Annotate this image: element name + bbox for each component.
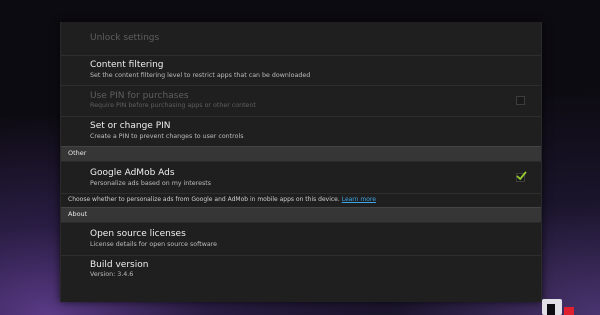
content-filtering-subtitle: Set the content filtering level to restr… bbox=[90, 72, 311, 79]
build-version-item[interactable]: Build version Version: 3.4.6 bbox=[61, 256, 541, 286]
open-source-subtitle: License details for open source software bbox=[90, 241, 218, 248]
set-pin-subtitle: Create a PIN to prevent changes to user … bbox=[90, 133, 244, 140]
section-header-other-label: Other bbox=[68, 149, 87, 157]
section-header-about: About bbox=[61, 207, 541, 223]
admob-checkbox[interactable] bbox=[516, 171, 527, 182]
droid-life-logo-icon bbox=[542, 299, 574, 315]
section-header-other: Other bbox=[61, 146, 541, 162]
admob-title: Google AdMob Ads bbox=[90, 168, 175, 178]
admob-note-text: Choose whether to personalize ads from G… bbox=[68, 196, 340, 203]
unlock-settings-title: Unlock settings bbox=[90, 33, 160, 43]
section-header-about-label: About bbox=[68, 210, 88, 218]
use-pin-checkbox bbox=[516, 96, 525, 105]
learn-more-link[interactable]: Learn more bbox=[342, 196, 376, 203]
checkmark-icon bbox=[516, 171, 527, 181]
build-version-subtitle: Version: 3.4.6 bbox=[90, 271, 134, 278]
admob-subtitle: Personalize ads based on my interests bbox=[90, 180, 211, 187]
divider bbox=[61, 193, 541, 194]
set-pin-title: Set or change PIN bbox=[90, 121, 171, 131]
use-pin-item: Use PIN for purchases Require PIN before… bbox=[61, 86, 541, 115]
content-filtering-item[interactable]: Content filtering Set the content filter… bbox=[61, 56, 541, 84]
use-pin-title: Use PIN for purchases bbox=[90, 91, 189, 101]
use-pin-subtitle: Require PIN before purchasing apps or ot… bbox=[90, 102, 256, 109]
build-version-title: Build version bbox=[90, 260, 149, 270]
settings-panel: Unlock settings Content filtering Set th… bbox=[60, 22, 542, 302]
set-pin-item[interactable]: Set or change PIN Create a PIN to preven… bbox=[61, 117, 541, 145]
open-source-item[interactable]: Open source licenses License details for… bbox=[61, 223, 541, 254]
open-source-title: Open source licenses bbox=[90, 229, 186, 239]
admob-item[interactable]: Google AdMob Ads Personalize ads based o… bbox=[61, 162, 541, 193]
admob-note: Choose whether to personalize ads from G… bbox=[68, 196, 376, 203]
content-filtering-title: Content filtering bbox=[90, 60, 164, 70]
